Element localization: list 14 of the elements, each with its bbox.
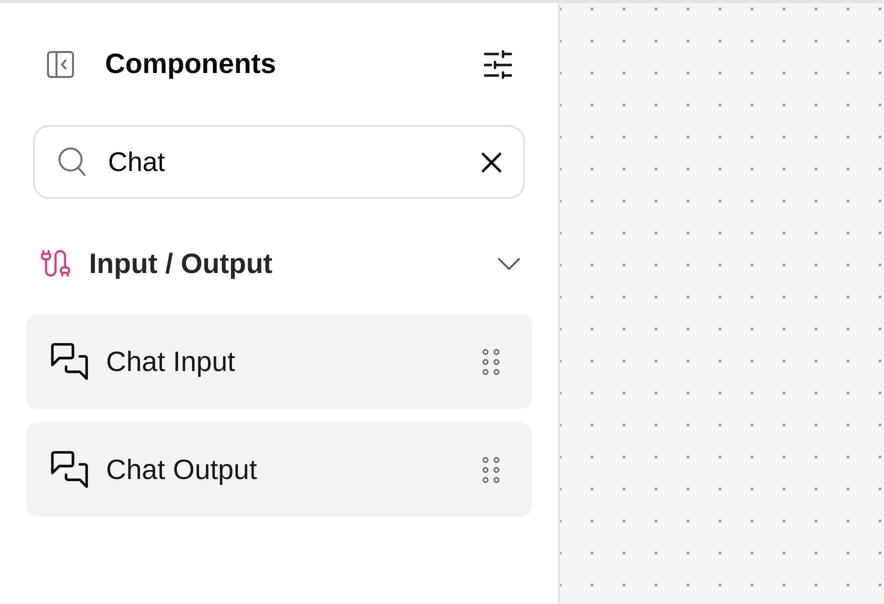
section-header[interactable]: Input / Output [33,244,525,284]
close-icon[interactable] [481,152,502,172]
drag-handle-icon[interactable] [482,456,500,482]
search-icon [58,147,86,177]
sidebar-title: Components [105,50,276,78]
component-item[interactable]: Chat Input [26,314,532,409]
sliders-icon[interactable] [484,50,512,78]
panel-collapse-icon[interactable] [47,50,74,78]
search-field[interactable]: Chat [33,125,525,199]
drag-handle-icon[interactable] [482,348,500,374]
plug-cable-icon [41,250,70,278]
component-item[interactable]: Chat Output [26,422,532,517]
chat-bubbles-icon [51,451,88,488]
chat-bubbles-icon [51,343,88,380]
